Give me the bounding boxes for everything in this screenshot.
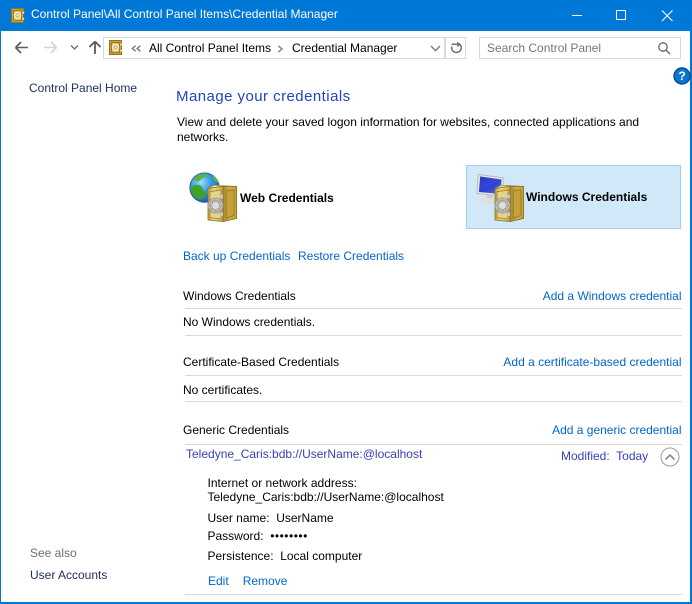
svg-text:?: ? (678, 69, 685, 83)
